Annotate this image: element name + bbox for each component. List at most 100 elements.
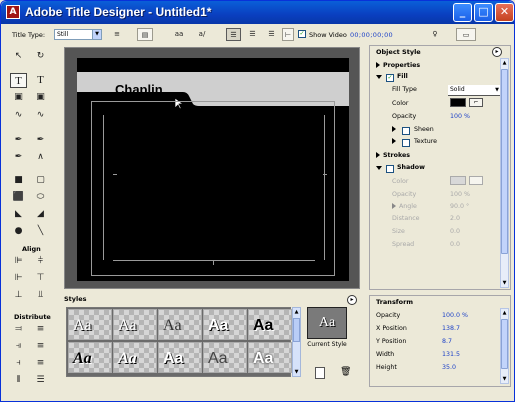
scroll-up-icon[interactable]: ▲	[501, 310, 508, 316]
shadow-eyedropper-icon[interactable]	[469, 176, 483, 185]
align-right-edges-icon[interactable]: ⊩	[10, 271, 27, 286]
texture-checkbox[interactable]	[402, 139, 410, 147]
path-type-tool-icon[interactable]: ∿	[10, 108, 27, 123]
shadow-opacity-value[interactable]: 100 %	[450, 191, 470, 198]
distribute-top-icon[interactable]: ≡	[32, 339, 49, 354]
style-swatch[interactable]: Aa	[203, 309, 247, 340]
tab-stops-icon[interactable]: ⊢	[282, 28, 294, 41]
selection-tool-icon[interactable]: ↖	[10, 49, 27, 64]
strokes-section[interactable]: Strokes	[376, 152, 410, 159]
align-left-edges-icon[interactable]: ⊫	[10, 254, 27, 269]
distribute-middle-icon[interactable]: ⫞	[10, 356, 27, 371]
style-swatch[interactable]: Aa	[248, 342, 292, 373]
scroll-up-icon[interactable]: ▲	[501, 60, 508, 66]
align-top-edges-icon[interactable]: ⊤	[32, 271, 49, 286]
shadow-spread-value[interactable]: 0.0	[450, 241, 460, 248]
distribute-right-icon[interactable]: ⫣	[10, 339, 27, 354]
title-bar[interactable]: A Adobe Title Designer - Untitled1* _ □ …	[1, 1, 514, 24]
scroll-thumb[interactable]	[501, 69, 508, 254]
scroll-down-icon[interactable]: ▼	[293, 369, 300, 375]
scroll-thumb[interactable]	[293, 318, 300, 342]
shadow-checkbox[interactable]	[386, 165, 394, 173]
align-vertical-center-icon[interactable]: ⊥	[10, 288, 27, 303]
align-horizontal-center-icon[interactable]: ⫩	[32, 254, 49, 269]
opacity-value[interactable]: 100 %	[450, 113, 470, 120]
object-style-scrollbar[interactable]: ▲ ▼	[500, 58, 509, 288]
distribute-center-icon[interactable]: ≡	[32, 322, 49, 337]
fill-section[interactable]	[376, 73, 385, 80]
convert-anchor-tool-icon[interactable]: ∧	[32, 150, 49, 165]
rectangle-tool-icon[interactable]: ■	[10, 173, 27, 188]
light-bulb-icon[interactable]: ♀	[429, 28, 441, 41]
close-button[interactable]: ✕	[495, 3, 514, 22]
object-style-menu-button[interactable]: ▸	[492, 47, 502, 57]
show-video-checkbox[interactable]: ✓	[298, 30, 306, 38]
transform-y-value[interactable]: 8.7	[442, 338, 452, 345]
current-style-swatch[interactable]: Aa	[307, 307, 347, 339]
arc-tool-icon[interactable]: ◢	[32, 207, 49, 222]
vertical-path-type-tool-icon[interactable]: ∿	[32, 108, 49, 123]
export-icon[interactable]: ▭	[456, 28, 476, 41]
template-icon[interactable]: ▤	[137, 28, 153, 41]
minimize-button[interactable]: _	[453, 3, 472, 22]
pen-tool-icon[interactable]: ✒	[10, 133, 27, 148]
shadow-color-swatch[interactable]	[450, 176, 466, 185]
adobe-icon[interactable]: A	[6, 5, 20, 19]
type-tool-icon[interactable]: T	[10, 73, 27, 88]
fill-checkbox[interactable]: ✓	[386, 74, 394, 82]
transform-height-value[interactable]: 35.0	[442, 364, 456, 371]
distribute-horizontal-spacing-icon[interactable]: ⫴	[10, 373, 27, 388]
align-center-icon[interactable]: ☰	[245, 28, 260, 41]
distribute-bottom-icon[interactable]: ≡	[32, 356, 49, 371]
rotation-tool-icon[interactable]: ↻	[32, 49, 49, 64]
style-swatch[interactable]: Aa	[158, 309, 202, 340]
sheen-row[interactable]	[392, 126, 399, 133]
distribute-left-icon[interactable]: ⫤	[10, 322, 27, 337]
align-left-icon[interactable]: ☰	[226, 28, 241, 41]
fill-color-swatch[interactable]	[450, 98, 466, 107]
transform-opacity-value[interactable]: 100.0 %	[442, 312, 468, 319]
ellipse-tool-icon[interactable]: ●	[10, 224, 27, 239]
align-bottom-edges-icon[interactable]: ⫫	[32, 288, 49, 303]
shadow-distance-value[interactable]: 2.0	[450, 215, 460, 222]
title-canvas[interactable]: Chaplin	[77, 58, 349, 281]
vertical-type-tool-icon[interactable]: T	[32, 73, 49, 88]
shadow-angle-row[interactable]: Angle	[392, 203, 417, 210]
title-type-select[interactable]: Still ▼	[54, 29, 102, 40]
line-tool-icon[interactable]: ╲	[32, 224, 49, 239]
vertical-area-type-tool-icon[interactable]: ▣	[32, 90, 49, 105]
scroll-down-icon[interactable]: ▼	[501, 280, 508, 286]
delete-anchor-tool-icon[interactable]: ✒	[10, 150, 27, 165]
roll-crawl-icon[interactable]: ≡	[110, 28, 124, 41]
align-right-icon[interactable]: ☰	[264, 28, 279, 41]
font-browse-icon[interactable]: aa	[171, 28, 187, 41]
distribute-vertical-spacing-icon[interactable]: ☰	[32, 373, 49, 388]
add-anchor-tool-icon[interactable]: ✒	[32, 133, 49, 148]
texture-row[interactable]	[392, 138, 399, 145]
style-swatch[interactable]: Aa	[248, 309, 292, 340]
transform-width-value[interactable]: 131.5	[442, 351, 460, 358]
fill-type-select[interactable]: Solid ▼	[448, 85, 500, 96]
shadow-section[interactable]	[376, 164, 385, 171]
shadow-size-value[interactable]: 0.0	[450, 228, 460, 235]
shadow-angle-value[interactable]: 90.0 °	[450, 203, 469, 210]
eyedropper-icon[interactable]: ⌐	[469, 98, 483, 107]
sheen-checkbox[interactable]	[402, 127, 410, 135]
maximize-button[interactable]: □	[474, 3, 493, 22]
style-swatch[interactable]: Aa	[113, 309, 157, 340]
new-style-icon[interactable]	[315, 367, 325, 379]
styles-menu-button[interactable]: ▸	[347, 295, 357, 305]
clipped-corner-tool-icon[interactable]: ⬛	[10, 190, 27, 205]
kerning-icon[interactable]: a/	[194, 28, 210, 41]
style-swatch[interactable]: Aa	[113, 342, 157, 373]
rounded-rectangle-tool-icon[interactable]: ▢	[32, 173, 49, 188]
trash-icon[interactable]: 🗑	[340, 367, 351, 377]
rounded-corner-tool-icon[interactable]: ⬭	[32, 190, 49, 205]
scroll-down-icon[interactable]: ▼	[501, 376, 508, 382]
transform-x-value[interactable]: 138.7	[442, 325, 460, 332]
scroll-thumb[interactable]	[501, 319, 508, 369]
properties-section[interactable]: Properties	[376, 62, 420, 69]
timecode-display[interactable]: 00;00;00;00	[350, 31, 393, 39]
title-text[interactable]: Chaplin	[115, 82, 163, 97]
style-swatch[interactable]: Aa	[158, 342, 202, 373]
